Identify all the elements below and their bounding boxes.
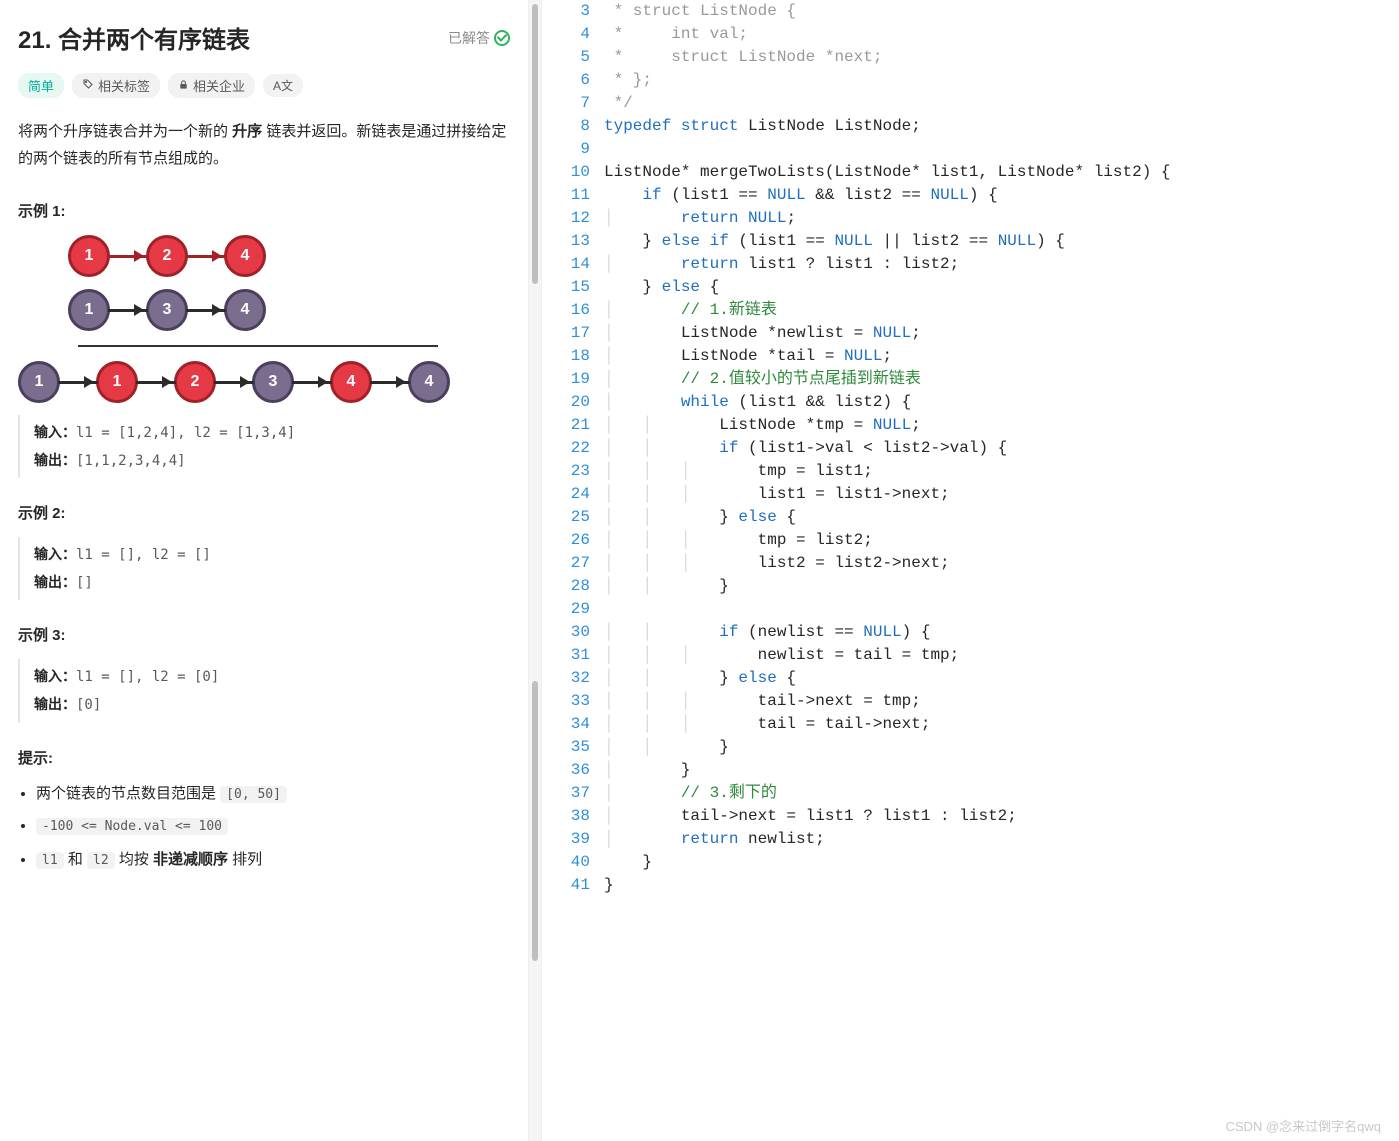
scrollbar-thumb[interactable] <box>532 681 538 961</box>
companies-label: 相关企业 <box>193 76 245 95</box>
solved-status: 已解答 <box>448 28 510 48</box>
merged-diagram: 1 1 2 3 4 4 <box>18 361 510 403</box>
node: 1 <box>68 235 110 277</box>
node: 4 <box>408 361 450 403</box>
tag-icon <box>82 78 94 93</box>
example2-io: 输入：l1 = [], l2 = [] 输出：[] <box>18 537 510 600</box>
tags-label: 相关标签 <box>98 76 150 95</box>
node: 1 <box>96 361 138 403</box>
watermark: CSDN @念来过倒字名qwq <box>1226 1116 1382 1135</box>
problem-description-panel: 21. 合并两个有序链表 已解答 简单 相关标签 相关企业 A文 <box>0 0 528 1141</box>
problem-title: 21. 合并两个有序链表 <box>18 20 250 55</box>
example1-diagram: 1 2 4 1 3 4 <box>68 235 510 331</box>
node: 1 <box>18 361 60 403</box>
translate-icon: A文 <box>273 77 293 94</box>
related-tags-button[interactable]: 相关标签 <box>72 73 160 98</box>
hints-section: 提示: 两个链表的节点数目范围是 [0, 50] -100 <= Node.va… <box>18 747 510 869</box>
translate-button[interactable]: A文 <box>263 74 303 97</box>
example2-title: 示例 2: <box>18 502 510 523</box>
problem-description: 将两个升序链表合并为一个新的 升序 链表并返回。新链表是通过拼接给定的两个链表的… <box>18 118 510 172</box>
node: 4 <box>330 361 372 403</box>
lock-icon <box>178 79 189 93</box>
code-editor-panel[interactable]: 3456789101112131415161718192021222324252… <box>542 0 1399 1141</box>
desc-bold: 升序 <box>232 123 262 140</box>
node: 1 <box>68 289 110 331</box>
node: 4 <box>224 235 266 277</box>
node: 3 <box>146 289 188 331</box>
divider-line <box>78 345 438 347</box>
node: 4 <box>224 289 266 331</box>
desc-prefix: 将两个升序链表合并为一个新的 <box>18 123 232 140</box>
hint-item: l1 和 l2 均按 非递减顺序 排列 <box>36 848 510 869</box>
check-circle-icon <box>494 30 510 46</box>
example1-io: 输入：l1 = [1,2,4], l2 = [1,3,4] 输出：[1,1,2,… <box>18 415 510 478</box>
hint-item: 两个链表的节点数目范围是 [0, 50] <box>36 782 510 803</box>
related-companies-button[interactable]: 相关企业 <box>168 73 255 98</box>
hints-title: 提示: <box>18 747 510 768</box>
example1-title: 示例 1: <box>18 200 510 221</box>
scrollbar-thumb[interactable] <box>532 4 538 284</box>
node: 2 <box>174 361 216 403</box>
example3-title: 示例 3: <box>18 624 510 645</box>
difficulty-badge: 简单 <box>18 73 64 98</box>
hint-item: -100 <= Node.val <= 100 <box>36 817 510 834</box>
node: 3 <box>252 361 294 403</box>
example3-io: 输入：l1 = [], l2 = [0] 输出：[0] <box>18 659 510 722</box>
solved-label: 已解答 <box>448 28 490 48</box>
panel-resizer[interactable] <box>528 0 542 1141</box>
node: 2 <box>146 235 188 277</box>
